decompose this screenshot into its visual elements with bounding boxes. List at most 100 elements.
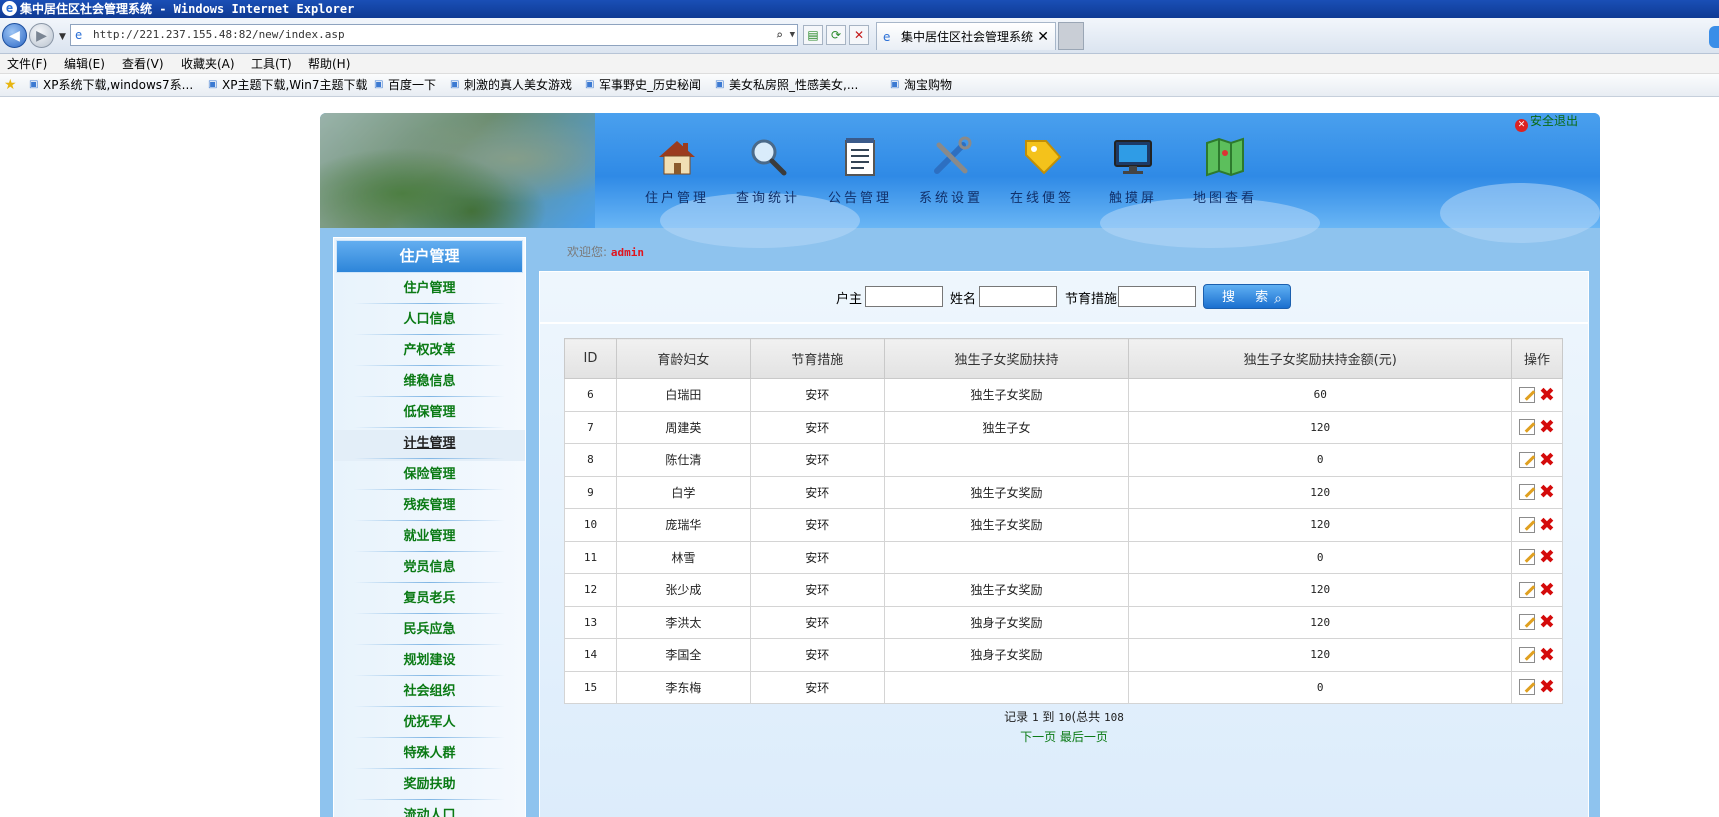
favorite-link[interactable]: XP主题下载,Win7主题下载: [208, 74, 367, 96]
edit-icon[interactable]: [1519, 614, 1535, 631]
favorite-link[interactable]: 刺激的真人美女游戏: [450, 74, 572, 96]
menu-help[interactable]: 帮助(H): [308, 54, 350, 74]
edit-icon[interactable]: [1519, 549, 1535, 566]
favorite-link[interactable]: 百度一下: [374, 74, 436, 96]
cell-actions: ✖: [1511, 378, 1563, 412]
nav-map-view[interactable]: 地图查看: [1185, 135, 1265, 206]
delete-icon[interactable]: ✖: [1539, 515, 1555, 534]
nav-label: 公告管理: [827, 191, 892, 206]
cell-reward: 独生子女奖励: [883, 378, 1130, 412]
tab-active[interactable]: e 集中居住区社会管理系统 ✕: [876, 22, 1056, 50]
menu-tools[interactable]: 工具(T): [251, 54, 292, 74]
sidebar-item[interactable]: 复员老兵: [334, 585, 525, 616]
menu-view[interactable]: 查看(V): [122, 54, 164, 74]
sidebar-item[interactable]: 维稳信息: [334, 368, 525, 399]
stop-icon[interactable]: ✕: [849, 25, 869, 45]
search-icon: ⌕: [1274, 291, 1282, 307]
table-header-row: ID 育龄妇女 节育措施 独生子女奖励扶持 独生子女奖励扶持金额(元) 操作: [564, 338, 1563, 379]
cell-reward: [883, 540, 1130, 574]
sidebar-item[interactable]: 低保管理: [334, 399, 525, 430]
nav-system-settings[interactable]: 系统设置: [911, 135, 991, 206]
search-button[interactable]: 搜 索 ⌕: [1203, 284, 1291, 309]
menu-file[interactable]: 文件(F): [7, 54, 47, 74]
method-input[interactable]: [1118, 286, 1196, 307]
name-input[interactable]: [979, 286, 1057, 307]
nav-announcement-management[interactable]: 公告管理: [820, 135, 900, 206]
edit-icon[interactable]: [1519, 679, 1535, 696]
sidebar-item[interactable]: 残疾管理: [334, 492, 525, 523]
sidebar-item[interactable]: 人口信息: [334, 306, 525, 337]
nav-query-statistics[interactable]: 查询统计: [728, 135, 808, 206]
cell-reward: 独身子女奖励: [883, 605, 1130, 639]
favorites-star-icon[interactable]: ★: [4, 74, 17, 96]
delete-icon[interactable]: ✖: [1539, 418, 1555, 437]
logout-link[interactable]: ✕ 安全退出: [1514, 113, 1578, 132]
nav-label: 在线便签: [1009, 191, 1074, 206]
cell-id: 15: [564, 670, 617, 704]
compat-view-icon[interactable]: ▤: [803, 25, 823, 45]
table-row: 15 李东梅 安环 0 ✖: [564, 670, 1563, 704]
edit-icon[interactable]: [1519, 484, 1535, 501]
sidebar-item[interactable]: 奖励扶助: [334, 771, 525, 802]
nav-online-notes[interactable]: 在线便签: [1002, 135, 1082, 206]
edit-icon[interactable]: [1519, 386, 1535, 403]
nav-label: 住户管理: [644, 191, 709, 206]
sidebar-item[interactable]: 社会组织: [334, 678, 525, 709]
search-bar: 户主 姓名 节育措施 搜 索 ⌕: [540, 272, 1588, 324]
sidebar-item[interactable]: 保险管理: [334, 461, 525, 492]
back-button[interactable]: ◀: [2, 23, 27, 48]
history-dropdown-icon[interactable]: ▼: [59, 32, 66, 42]
sidebar-item[interactable]: 特殊人群: [334, 740, 525, 771]
edit-icon[interactable]: [1519, 451, 1535, 468]
sidebar-item[interactable]: 产权改革: [334, 337, 525, 368]
cell-id: 11: [564, 540, 617, 574]
refresh-icon[interactable]: ⟳: [826, 25, 846, 45]
tab-close-icon[interactable]: ✕: [1037, 23, 1049, 51]
delete-icon[interactable]: ✖: [1539, 450, 1555, 469]
delete-icon[interactable]: ✖: [1539, 645, 1555, 664]
next-page-link[interactable]: 下一页: [1020, 730, 1056, 744]
favorite-link[interactable]: 淘宝购物: [890, 74, 952, 96]
cell-actions: ✖: [1511, 475, 1563, 509]
pager-text: 记录: [1004, 710, 1029, 724]
favorite-link[interactable]: 军事野史_历史秘闻: [585, 74, 701, 96]
sidebar-item[interactable]: 优抚军人: [334, 709, 525, 740]
edit-icon[interactable]: [1519, 419, 1535, 436]
favorite-link[interactable]: XP系统下载,windows7系...: [29, 74, 193, 96]
sidebar-item[interactable]: 住户管理: [334, 275, 525, 306]
cell-method: 安环: [749, 670, 885, 704]
sidebar-item[interactable]: 就业管理: [334, 523, 525, 554]
menu-favorites[interactable]: 收藏夹(A): [181, 54, 235, 74]
delete-icon[interactable]: ✖: [1539, 548, 1555, 567]
table-row: 6 白瑞田 安环 独生子女奖励 60 ✖: [564, 378, 1563, 412]
favorite-link[interactable]: 美女私房照_性感美女,...: [715, 74, 858, 96]
delete-icon[interactable]: ✖: [1539, 678, 1555, 697]
nav-resident-management[interactable]: 住户管理: [637, 135, 717, 206]
new-tab-button[interactable]: [1058, 22, 1084, 50]
address-input[interactable]: e http://221.237.155.48:82/new/index.asp…: [70, 24, 798, 46]
delete-icon[interactable]: ✖: [1539, 483, 1555, 502]
sidebar-item[interactable]: 民兵应急: [334, 616, 525, 647]
delete-icon[interactable]: ✖: [1539, 580, 1555, 599]
sidebar-item[interactable]: 流动人口: [334, 802, 525, 817]
sidebar-item[interactable]: 规划建设: [334, 647, 525, 678]
menu-bar: 文件(F) 编辑(E) 查看(V) 收藏夹(A) 工具(T) 帮助(H): [0, 54, 1719, 74]
sidebar-item-active[interactable]: 计生管理: [334, 430, 525, 461]
edit-icon[interactable]: [1519, 581, 1535, 598]
magnifier-icon: [751, 139, 787, 176]
nav-touch-screen[interactable]: 触摸屏: [1093, 135, 1173, 206]
cell-woman: 李洪太: [615, 605, 751, 639]
col-actions: 操作: [1511, 338, 1563, 379]
sidebar-item[interactable]: 党员信息: [334, 554, 525, 585]
address-dropdown-icon[interactable]: ▼: [790, 25, 795, 45]
delete-icon[interactable]: ✖: [1539, 613, 1555, 632]
search-icon[interactable]: ⌕: [776, 25, 783, 45]
forward-button[interactable]: ▶: [29, 23, 54, 48]
edit-icon[interactable]: [1519, 646, 1535, 663]
menu-edit[interactable]: 编辑(E): [64, 54, 105, 74]
last-page-link[interactable]: 最后一页: [1060, 730, 1108, 744]
delete-icon[interactable]: ✖: [1539, 385, 1555, 404]
pager-to: 10: [1058, 711, 1072, 724]
edit-icon[interactable]: [1519, 516, 1535, 533]
householder-input[interactable]: [865, 286, 943, 307]
